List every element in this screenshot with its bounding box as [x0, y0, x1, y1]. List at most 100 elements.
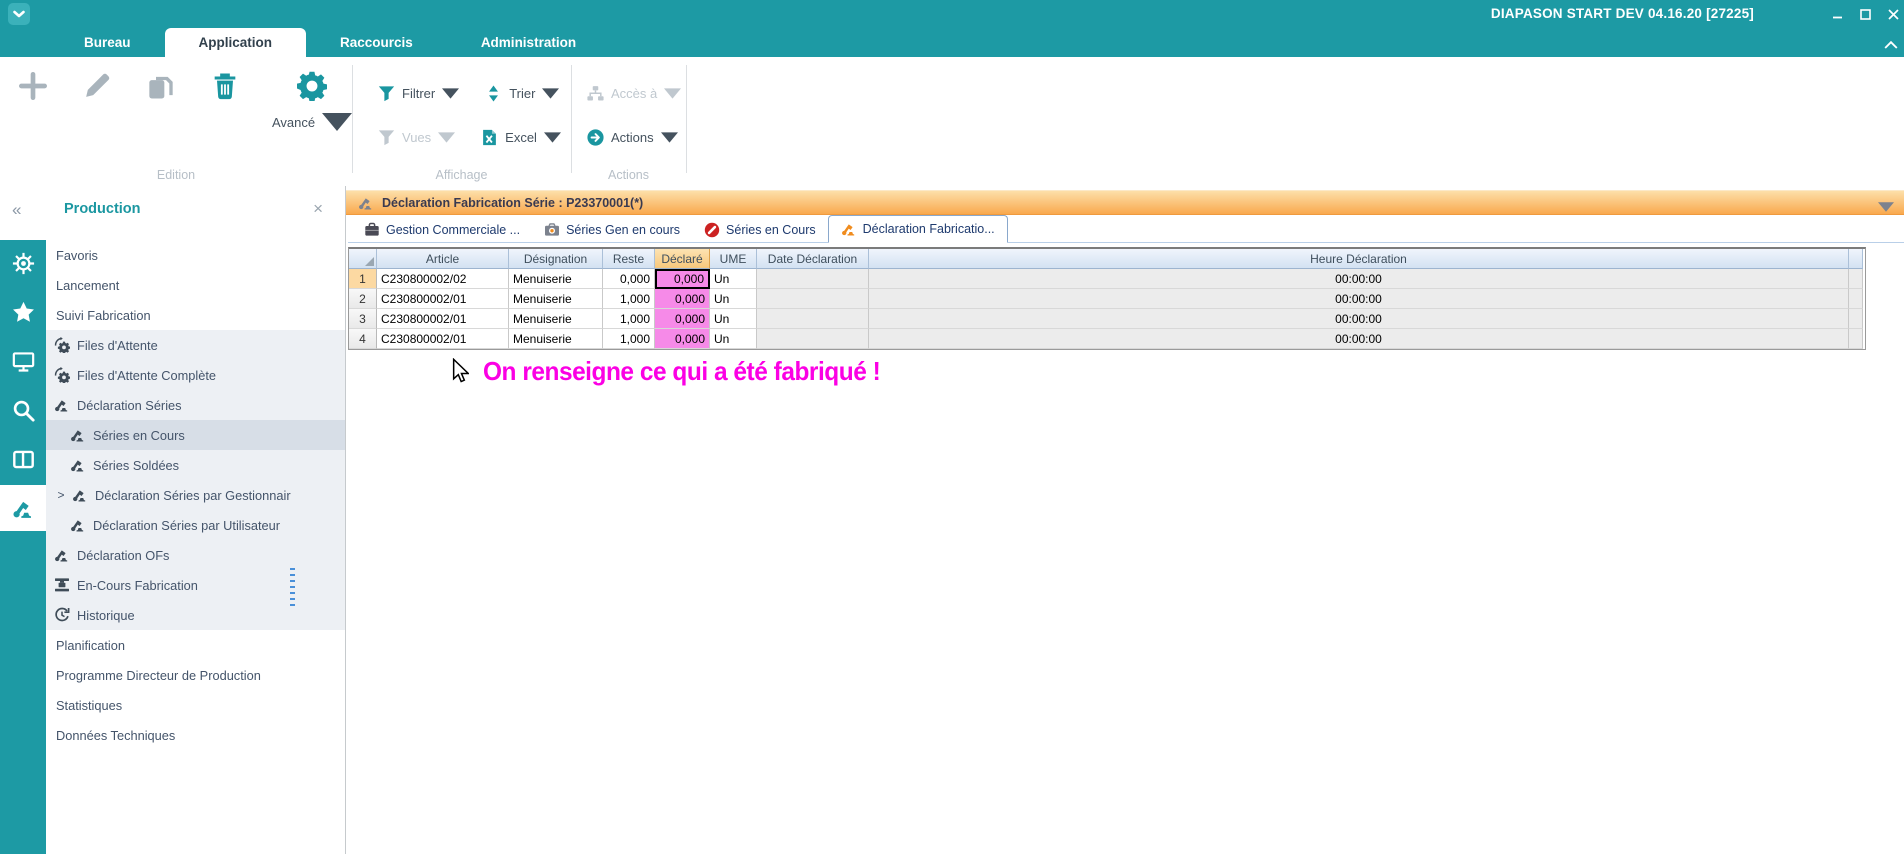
- views-button[interactable]: Vues: [378, 129, 456, 146]
- minimize-button[interactable]: [1828, 5, 1846, 23]
- cell-heure[interactable]: 00:00:00: [869, 269, 1849, 289]
- sidebar-item-series-en-cours[interactable]: Séries en Cours: [46, 420, 345, 450]
- sidebar-item-historique[interactable]: Historique: [46, 600, 345, 630]
- sidebar-item-suivi-fabrication[interactable]: Suivi Fabrication: [46, 300, 345, 330]
- cell-declare[interactable]: 0,000: [655, 309, 710, 329]
- sidebar-item-lancement[interactable]: Lancement: [46, 270, 345, 300]
- cell-article[interactable]: C230800002/02: [377, 269, 509, 289]
- cell-date[interactable]: [757, 329, 869, 349]
- column-header-declare[interactable]: Déclaré: [655, 249, 710, 269]
- sidebar-item-en-cours-fabrication[interactable]: En-Cours Fabrication: [46, 570, 345, 600]
- rail-item-search[interactable]: [0, 387, 46, 433]
- ribbon-tab-application[interactable]: Application: [164, 28, 307, 57]
- views-label: Vues: [402, 130, 432, 145]
- column-header-heure-declaration[interactable]: Heure Déclaration: [869, 249, 1849, 269]
- sidebar-item-programme-directeur-de-production[interactable]: Programme Directeur de Production: [46, 660, 345, 690]
- collapse-panel-icon[interactable]: «: [12, 200, 21, 220]
- briefcase-icon: [364, 222, 380, 238]
- cell-article[interactable]: C230800002/01: [377, 309, 509, 329]
- maximize-button[interactable]: [1856, 5, 1874, 23]
- cell-declare[interactable]: 0,000: [655, 329, 710, 349]
- advanced-button[interactable]: Avancé: [272, 71, 353, 137]
- excel-button[interactable]: Excel: [481, 129, 561, 146]
- cell-ume[interactable]: Un: [710, 309, 757, 329]
- machine-icon: [54, 577, 70, 593]
- row-number-cell[interactable]: 4: [349, 329, 377, 349]
- cell-reste[interactable]: 0,000: [603, 269, 655, 289]
- sidebar-item-series-soldees[interactable]: Séries Soldées: [46, 450, 345, 480]
- rail-item-columns[interactable]: [0, 436, 46, 482]
- cell-heure[interactable]: 00:00:00: [869, 289, 1849, 309]
- cell-blank: [1849, 309, 1863, 329]
- cell-date[interactable]: [757, 269, 869, 289]
- sidebar-item-declaration-ofs[interactable]: Déclaration OFs: [46, 540, 345, 570]
- column-header-designation[interactable]: Désignation: [509, 249, 603, 269]
- sidebar-item-declaration-series-par-utilisateur[interactable]: Déclaration Séries par Utilisateur: [46, 510, 345, 540]
- ribbon-tab-administration[interactable]: Administration: [447, 28, 610, 57]
- close-button[interactable]: [1884, 5, 1902, 23]
- cell-designation[interactable]: Menuiserie: [509, 269, 603, 289]
- panel-resize-grip[interactable]: [290, 568, 295, 606]
- sidebar-item-declaration-series-par-gestionnair[interactable]: > Déclaration Séries par Gestionnair: [46, 480, 345, 510]
- close-panel-icon[interactable]: ×: [313, 199, 323, 219]
- filter-button[interactable]: Filtrer: [378, 85, 460, 102]
- ribbon-tab-raccourcis[interactable]: Raccourcis: [306, 28, 447, 57]
- cell-designation[interactable]: Menuiserie: [509, 329, 603, 349]
- chevron-right-icon[interactable]: >: [54, 488, 68, 502]
- grid-corner-cell[interactable]: [349, 249, 377, 269]
- sidebar-item-files-d-attente-complete[interactable]: Files d'Attente Complète: [46, 360, 345, 390]
- cell-designation[interactable]: Menuiserie: [509, 289, 603, 309]
- sort-button[interactable]: Trier: [485, 85, 560, 102]
- column-header-article[interactable]: Article: [377, 249, 509, 269]
- cell-declare[interactable]: 0,000: [655, 269, 710, 289]
- app-icon[interactable]: [8, 3, 30, 25]
- cell-heure[interactable]: 00:00:00: [869, 329, 1849, 349]
- sidebar-group-block: Files d'Attente Files d'Attente Complète D…: [46, 330, 345, 630]
- cell-ume[interactable]: Un: [710, 269, 757, 289]
- cell-date[interactable]: [757, 289, 869, 309]
- robot-arm-icon: [54, 397, 70, 413]
- sidebar-item-statistiques[interactable]: Statistiques: [46, 690, 345, 720]
- edit-button[interactable]: [82, 71, 112, 101]
- row-number-cell[interactable]: 3: [349, 309, 377, 329]
- sidebar-item-files-d-attente[interactable]: Files d'Attente: [46, 330, 345, 360]
- sidebar-item-declaration-series[interactable]: Déclaration Séries: [46, 390, 345, 420]
- cell-date[interactable]: [757, 309, 869, 329]
- document-tab-series-en-cours[interactable]: Séries en Cours: [692, 218, 828, 242]
- row-number-cell[interactable]: 2: [349, 289, 377, 309]
- row-number-cell[interactable]: 1: [349, 269, 377, 289]
- sidebar-item-favoris[interactable]: Favoris: [46, 240, 345, 270]
- cell-declare[interactable]: 0,000: [655, 289, 710, 309]
- ribbon-tab-bureau[interactable]: Bureau: [50, 28, 165, 57]
- rail-item-monitor[interactable]: [0, 338, 46, 384]
- cell-heure[interactable]: 00:00:00: [869, 309, 1849, 329]
- sidebar-item-planification[interactable]: Planification: [46, 630, 345, 660]
- cell-ume[interactable]: Un: [710, 329, 757, 349]
- rail-item-robot-arm[interactable]: [0, 485, 46, 531]
- rail-item-star[interactable]: [0, 289, 46, 335]
- column-header-date-declaration[interactable]: Date Déclaration: [757, 249, 869, 269]
- cell-reste[interactable]: 1,000: [603, 309, 655, 329]
- cell-article[interactable]: C230800002/01: [377, 289, 509, 309]
- delete-button[interactable]: [210, 71, 240, 101]
- add-button[interactable]: [18, 71, 48, 101]
- rail-item-wheel[interactable]: [0, 240, 46, 286]
- cell-designation[interactable]: Menuiserie: [509, 309, 603, 329]
- copy-button[interactable]: [146, 71, 176, 101]
- document-tab-series-gen-en-cours[interactable]: Séries Gen en cours: [532, 218, 692, 242]
- column-header-reste[interactable]: Reste: [603, 249, 655, 269]
- cell-ume[interactable]: Un: [710, 289, 757, 309]
- cell-reste[interactable]: 1,000: [603, 329, 655, 349]
- document-tab-gestion-commerciale[interactable]: Gestion Commerciale ...: [352, 218, 532, 242]
- column-header-blank[interactable]: [1849, 249, 1863, 269]
- cell-article[interactable]: C230800002/01: [377, 329, 509, 349]
- chevron-down-icon[interactable]: [1878, 199, 1894, 215]
- excel-label: Excel: [505, 130, 537, 145]
- collapse-ribbon-icon[interactable]: [1884, 36, 1898, 49]
- document-tab-declaration-fabricatio[interactable]: Déclaration Fabricatio...: [827, 215, 1008, 243]
- column-header-ume[interactable]: UME: [710, 249, 757, 269]
- sidebar-item-donnees-techniques[interactable]: Données Techniques: [46, 720, 345, 750]
- actions-button[interactable]: Actions: [587, 129, 678, 146]
- access-button[interactable]: Accès à: [587, 85, 682, 102]
- cell-reste[interactable]: 1,000: [603, 289, 655, 309]
